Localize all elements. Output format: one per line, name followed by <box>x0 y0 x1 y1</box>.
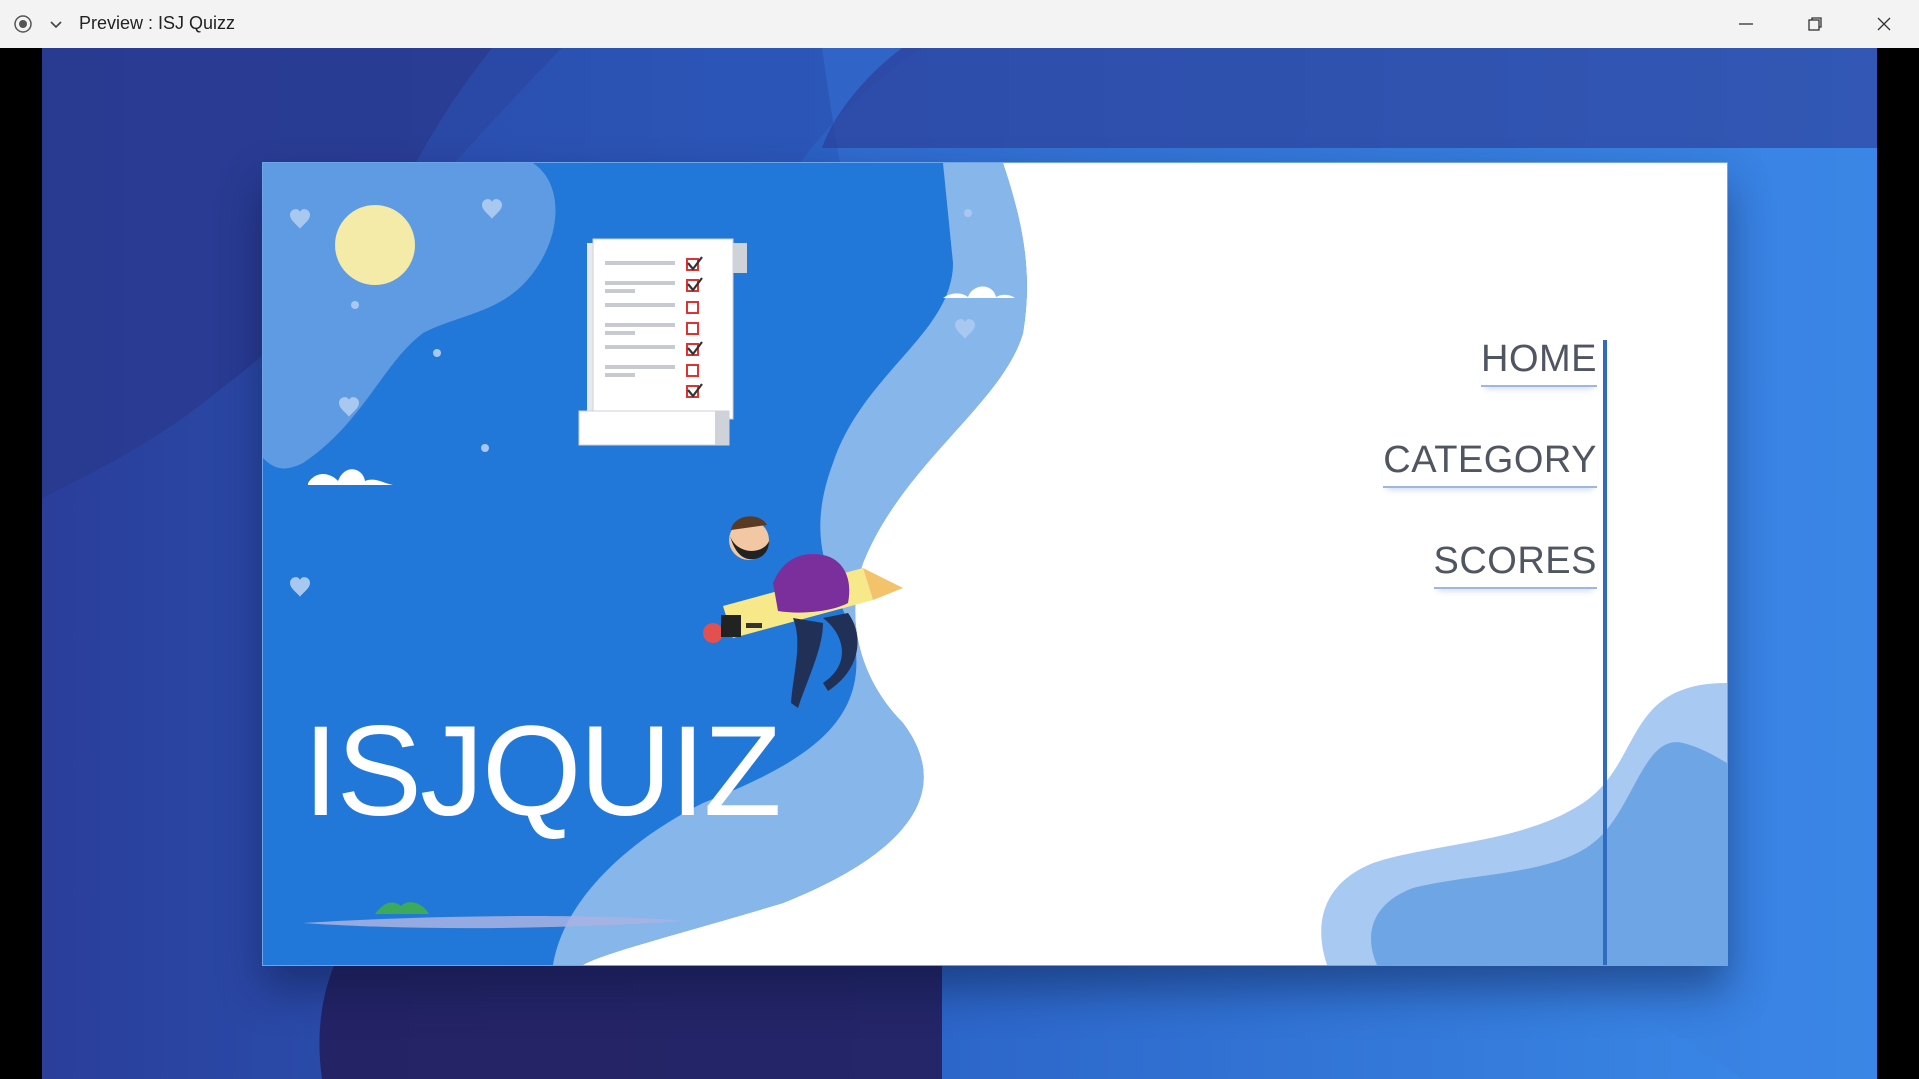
restore-button[interactable] <box>1789 8 1841 40</box>
close-icon <box>1877 17 1891 31</box>
window-title: Preview : ISJ Quizz <box>79 13 236 33</box>
main-card: ISJQUIZ HOME CATEGORY SCORES <box>262 162 1728 966</box>
menu-item-scores[interactable]: SCORES <box>1433 540 1597 589</box>
window-titlebar: Preview : ISJ Quizz <box>0 0 1919 48</box>
minimize-icon <box>1739 23 1753 25</box>
minimize-button[interactable] <box>1720 8 1772 40</box>
close-button[interactable] <box>1858 8 1910 40</box>
checklist-scroll <box>578 238 747 446</box>
record-icon[interactable] <box>13 14 33 34</box>
brand-title: ISJQUIZ <box>303 700 782 843</box>
menu-item-category[interactable]: CATEGORY <box>1383 439 1597 488</box>
main-menu: HOME CATEGORY SCORES <box>1383 338 1597 589</box>
sun-shape <box>335 205 415 285</box>
app-canvas: ISJQUIZ HOME CATEGORY SCORES <box>42 48 1877 1079</box>
preview-stage: ISJQUIZ HOME CATEGORY SCORES <box>0 48 1919 1079</box>
restore-icon <box>1808 17 1822 31</box>
menu-item-home[interactable]: HOME <box>1481 338 1597 387</box>
chevron-down-icon[interactable] <box>46 14 66 34</box>
menu-divider <box>1603 340 1607 965</box>
